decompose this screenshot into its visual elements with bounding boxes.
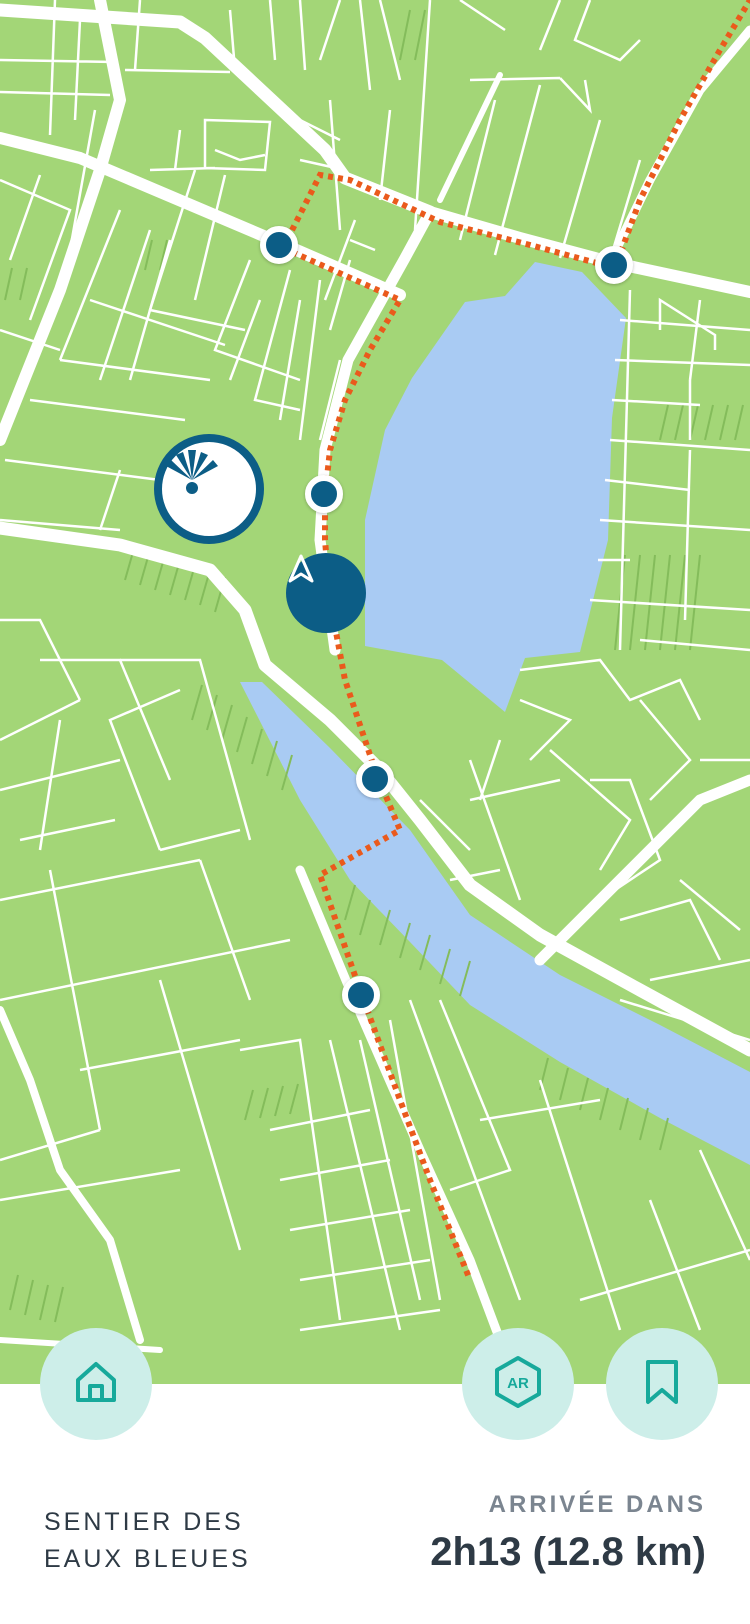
eta-label: ARRIVÉE DANS: [488, 1491, 706, 1518]
trail-name: SENTIER DES EAUX BLEUES: [44, 1504, 304, 1578]
trail-name-line-1: SENTIER DES: [44, 1508, 244, 1536]
ar-label: AR: [507, 1375, 529, 1392]
trail-name-line-2: EAUX BLEUES: [44, 1545, 251, 1573]
lake: [365, 262, 626, 712]
ar-cube-icon: AR: [493, 1355, 543, 1414]
waypoint-marker-2[interactable]: [595, 246, 633, 284]
waypoint-marker-4[interactable]: [356, 760, 394, 798]
eta-value: 2h13 (12.8 km): [430, 1530, 706, 1574]
map-view[interactable]: [0, 0, 750, 1384]
waypoint-marker-3[interactable]: [305, 475, 343, 513]
home-icon: [72, 1358, 120, 1411]
waypoint-marker-1[interactable]: [260, 226, 298, 264]
landmark-marker[interactable]: [154, 434, 264, 544]
waypoint-marker-5[interactable]: [342, 976, 380, 1014]
ar-button[interactable]: AR: [462, 1328, 574, 1440]
current-location-marker[interactable]: [286, 553, 366, 633]
bookmark-button[interactable]: [606, 1328, 718, 1440]
eta-panel: ARRIVÉE DANS 2h13 (12.8 km): [430, 1490, 706, 1578]
map-base: [0, 0, 750, 1353]
home-button[interactable]: [40, 1328, 152, 1440]
bookmark-icon: [642, 1358, 682, 1411]
